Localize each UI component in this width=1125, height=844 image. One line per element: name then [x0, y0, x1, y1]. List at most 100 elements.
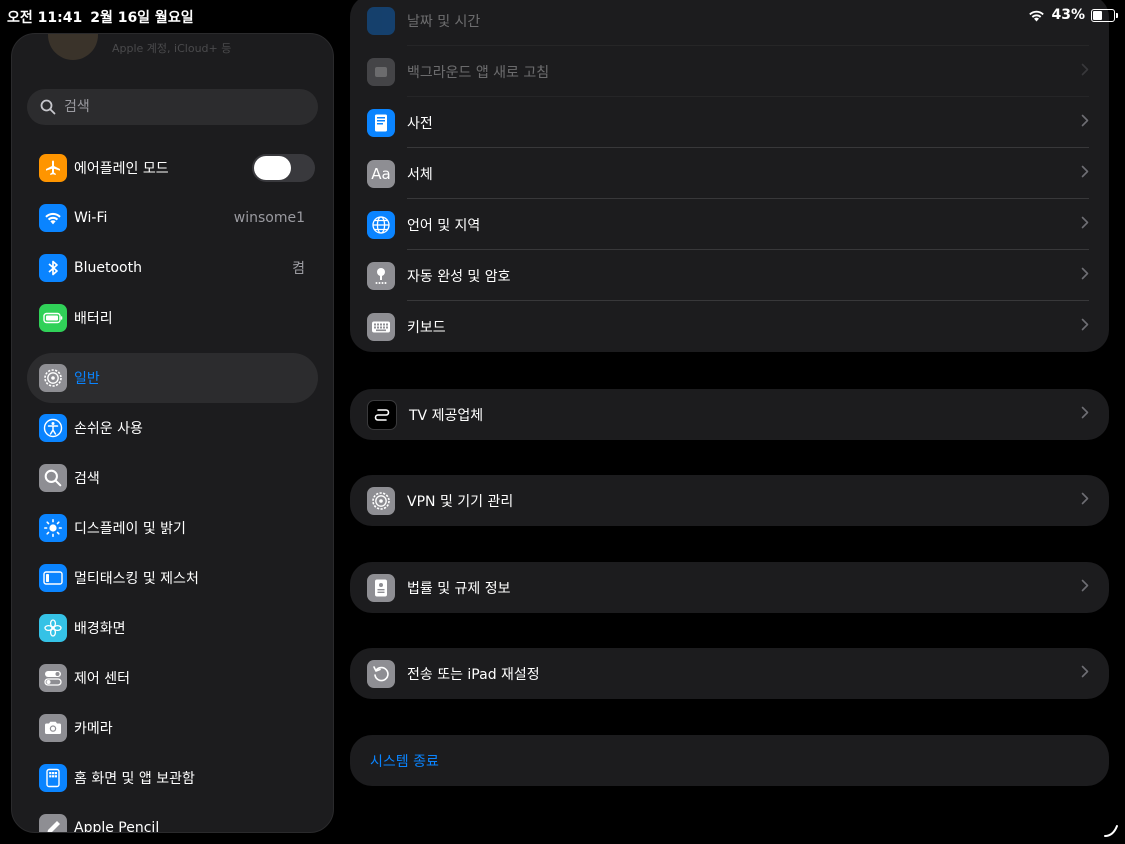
wifi-network-value: winsome1 — [233, 210, 305, 226]
wifi-icon — [39, 204, 67, 232]
sidebar-item-label: 손쉬운 사용 — [74, 421, 143, 437]
chevron-right-icon — [1081, 579, 1089, 592]
row-label: 사전 — [407, 115, 433, 132]
shutdown-button[interactable]: 시스템 종료 — [350, 735, 1109, 786]
chevron-right-icon — [1081, 318, 1089, 331]
row-legal-regulatory[interactable]: 법률 및 규제 정보 — [350, 562, 1109, 613]
row-language-region[interactable]: 언어 및 지역 — [350, 199, 1109, 250]
tv-provider-group: TV 제공업체 — [350, 389, 1109, 440]
sidebar-item-label: 멀티태스킹 및 제스처 — [74, 571, 199, 587]
profile-subtitle: Apple 계정, iCloud+ 등 — [112, 42, 232, 55]
reset-icon — [367, 659, 395, 688]
row-label: TV 제공업체 — [409, 407, 484, 424]
row-label: 키보드 — [407, 319, 446, 336]
row-fonts[interactable]: Aa 서체 — [350, 148, 1109, 199]
sidebar-item-label: Apple Pencil — [74, 820, 160, 833]
sidebar-search[interactable] — [27, 89, 318, 125]
airplane-icon — [39, 154, 67, 182]
search-input[interactable] — [62, 98, 306, 116]
sidebar-item-label: 일반 — [74, 371, 100, 387]
sidebar-item-multitasking[interactable]: 멀티태스킹 및 제스처 — [27, 553, 318, 603]
row-label: 자동 완성 및 암호 — [407, 268, 511, 285]
battery-status-icon — [1091, 8, 1118, 22]
row-autofill-passwords[interactable]: 자동 완성 및 암호 — [350, 250, 1109, 301]
gear-icon — [367, 486, 395, 515]
legal-group: 법률 및 규제 정보 — [350, 562, 1109, 613]
sidebar-item-camera[interactable]: 카메라 — [27, 703, 318, 753]
chevron-right-icon — [1081, 216, 1089, 229]
chevron-right-icon — [1081, 165, 1089, 178]
row-label: 언어 및 지역 — [407, 217, 481, 234]
row-label: 법률 및 규제 정보 — [407, 580, 511, 597]
refresh-app-icon — [367, 57, 395, 86]
gear-icon — [39, 364, 67, 392]
sidebar-item-label: 홈 화면 및 앱 보관함 — [74, 771, 195, 787]
sidebar-item-label: 배경화면 — [74, 621, 126, 637]
sidebar: Apple 계정, iCloud+ 등 에어플레인 모드 Wi-Fi winso… — [11, 33, 334, 833]
camera-icon — [39, 714, 67, 742]
battery-percent: 43% — [1051, 7, 1085, 23]
row-label: VPN 및 기기 관리 — [407, 493, 514, 510]
sidebar-item-apple-pencil[interactable]: Apple Pencil — [27, 803, 318, 833]
row-label: 서체 — [407, 166, 433, 183]
avatar[interactable] — [48, 34, 98, 60]
date-text: 2월 16일 월요일 — [90, 10, 194, 26]
sidebar-item-home-screen[interactable]: 홈 화면 및 앱 보관함 — [27, 753, 318, 803]
sidebar-item-airplane-mode[interactable]: 에어플레인 모드 — [27, 143, 318, 193]
sidebar-item-battery[interactable]: 배터리 — [27, 293, 318, 343]
tv-provider-icon — [367, 399, 397, 430]
globe-icon — [367, 210, 395, 239]
document-icon — [367, 573, 395, 602]
sidebar-item-label: 에어플레인 모드 — [74, 161, 169, 177]
shutdown-group: 시스템 종료 — [350, 735, 1109, 786]
chevron-right-icon — [1081, 114, 1089, 127]
sidebar-item-bluetooth[interactable]: Bluetooth 켬 — [27, 243, 318, 293]
sidebar-item-general[interactable]: 일반 — [27, 353, 318, 403]
row-background-refresh[interactable]: 백그라운드 앱 새로 고침 — [350, 46, 1109, 97]
chevron-right-icon — [1081, 63, 1089, 76]
sidebar-item-control-center[interactable]: 제어 센터 — [27, 653, 318, 703]
airplane-mode-toggle[interactable] — [252, 154, 315, 182]
font-icon: Aa — [367, 159, 395, 188]
pencil-hover-indicator-icon — [1104, 825, 1118, 837]
chevron-right-icon — [1081, 665, 1089, 678]
keyboard-icon — [367, 312, 395, 341]
sidebar-item-label: 카메라 — [74, 721, 113, 737]
row-keyboard[interactable]: 키보드 — [350, 301, 1109, 352]
shutdown-label: 시스템 종료 — [370, 753, 439, 770]
multitasking-icon — [39, 564, 67, 592]
switches-icon — [39, 664, 67, 692]
chevron-right-icon — [1081, 267, 1089, 280]
sidebar-item-label: 디스플레이 및 밝기 — [74, 521, 186, 537]
sidebar-item-label: Bluetooth — [74, 260, 142, 276]
homescreen-icon — [39, 764, 67, 792]
row-vpn-device-management[interactable]: VPN 및 기기 관리 — [350, 475, 1109, 526]
sidebar-item-search[interactable]: 검색 — [27, 453, 318, 503]
flower-icon — [39, 614, 67, 642]
bluetooth-icon — [39, 254, 67, 282]
sidebar-item-display[interactable]: 디스플레이 및 밝기 — [27, 503, 318, 553]
row-dictionary[interactable]: 사전 — [350, 97, 1109, 148]
sidebar-item-label: 검색 — [74, 471, 100, 487]
magnifier-icon — [39, 464, 67, 492]
sidebar-item-wallpaper[interactable]: 배경화면 — [27, 603, 318, 653]
accessibility-icon — [39, 414, 67, 442]
sidebar-item-wifi[interactable]: Wi-Fi winsome1 — [27, 193, 318, 243]
row-tv-provider[interactable]: TV 제공업체 — [350, 389, 1109, 440]
search-icon — [40, 99, 56, 115]
dictionary-icon — [367, 108, 395, 137]
chevron-right-icon — [1081, 406, 1089, 419]
sidebar-item-accessibility[interactable]: 손쉬운 사용 — [27, 403, 318, 453]
sidebar-item-label: 배터리 — [74, 311, 113, 327]
bluetooth-status-value: 켬 — [292, 261, 305, 277]
pencil-icon — [39, 814, 67, 832]
vpn-group: VPN 및 기기 관리 — [350, 475, 1109, 526]
status-bar: 오전 11:41 2월 16일 월요일 43% — [0, 0, 1125, 32]
battery-icon — [39, 304, 67, 332]
row-transfer-reset[interactable]: 전송 또는 iPad 재설정 — [350, 648, 1109, 699]
status-right: 43% — [1028, 7, 1118, 23]
reset-group: 전송 또는 iPad 재설정 — [350, 648, 1109, 699]
row-label: 백그라운드 앱 새로 고침 — [407, 64, 550, 81]
sidebar-item-label: 제어 센터 — [74, 671, 130, 687]
sidebar-item-label: Wi-Fi — [74, 210, 108, 226]
